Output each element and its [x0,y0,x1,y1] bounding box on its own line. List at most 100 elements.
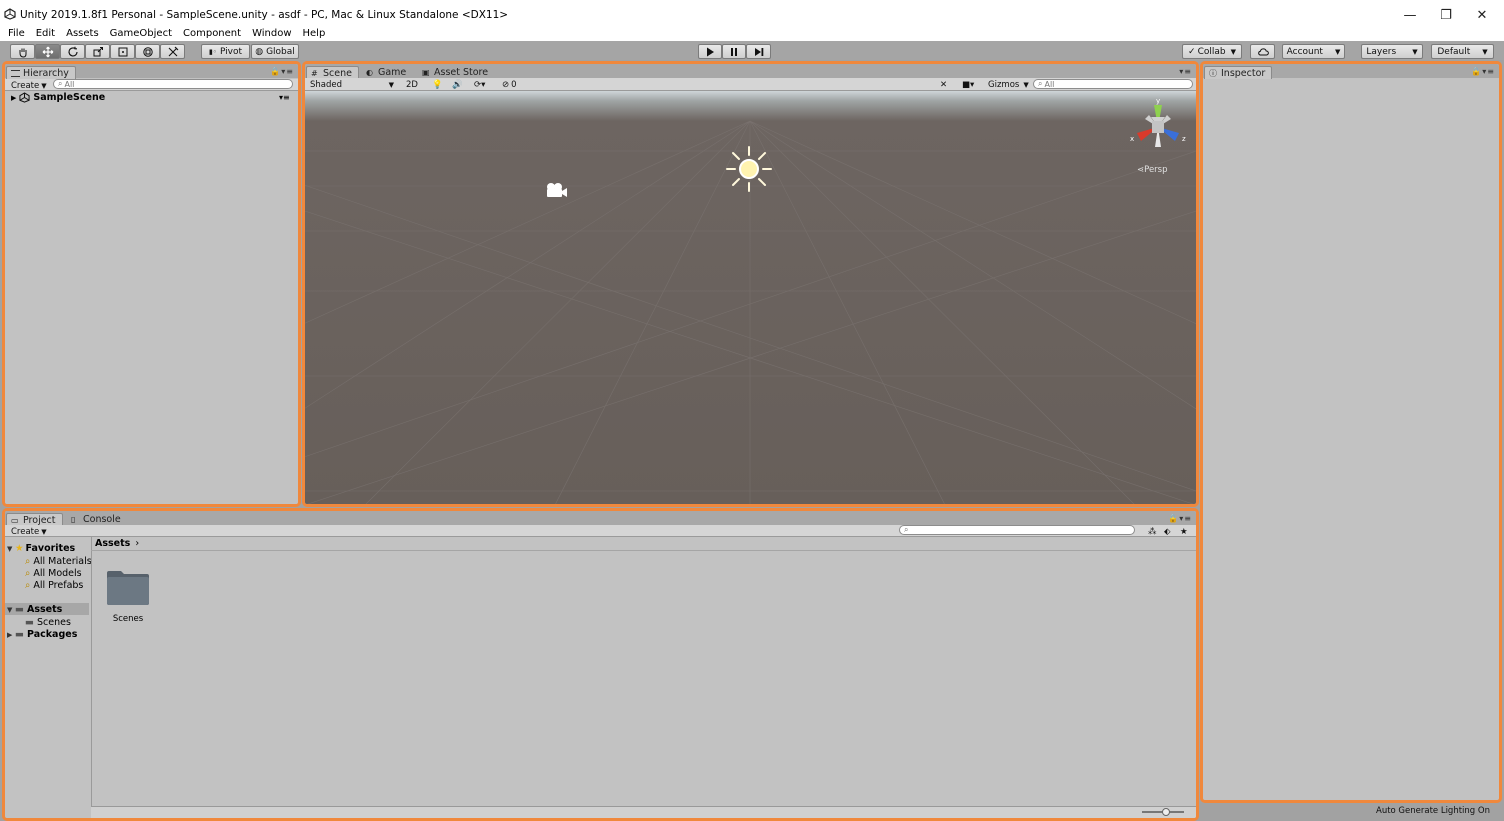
collab-check-icon: ✓ [1188,46,1196,57]
tree-favorite-item[interactable]: ⌕ All Prefabs [25,580,83,591]
pivot-toggle-button[interactable]: ▮◦ Pivot [201,44,250,59]
pivot-label: Pivot [219,46,243,57]
minimize-button[interactable]: — [1392,4,1428,26]
search-icon: ⌕ [25,556,31,567]
scale-tool-button[interactable] [85,44,110,59]
speaker-icon: 🔊 [452,79,463,90]
layout-dropdown[interactable]: Default ▼ [1431,44,1494,59]
tools-icon: ✕ [940,79,948,90]
custom-tool-button[interactable] [160,44,185,59]
panel-menu-icon[interactable]: ▾≡ [1179,67,1192,76]
hierarchy-search-input[interactable]: ⌕ All [53,79,293,89]
collab-dropdown[interactable]: ✓ Collab ▼ [1182,44,1242,59]
tree-favorite-item[interactable]: ⌕ All Materials [25,556,92,567]
tree-scenes-folder[interactable]: ▬ Scenes [25,617,71,628]
folder-icon: ▬ [15,604,24,615]
step-icon [754,47,763,56]
scene-panel: # Scene ◐ Game ▣ Asset Store ▾≡ Shaded ▼… [302,61,1199,507]
cloud-button[interactable] [1250,44,1275,59]
favorite-item-label: All Materials [33,556,92,567]
hierarchy-create-button[interactable]: Create ▼ [8,80,50,91]
account-dropdown[interactable]: Account ▼ [1282,44,1345,59]
restore-button[interactable]: ❐ [1428,4,1464,26]
close-button[interactable]: ✕ [1464,4,1500,26]
filter-by-label-button[interactable]: ⬖ [1161,526,1174,537]
menu-window[interactable]: Window [252,28,291,39]
breadcrumb-assets[interactable]: Assets [95,538,130,549]
panel-lock-menu-icon[interactable]: 🔒▾≡ [1471,67,1495,76]
scene-search-input[interactable]: ⌕ All [1033,79,1193,89]
pause-button[interactable] [722,44,746,59]
gizmos-dropdown[interactable]: Gizmos ▼ [985,79,1032,90]
2d-toggle-button[interactable]: 2D [403,79,421,90]
favorites-label: Favorites [25,543,76,554]
lighting-toggle-button[interactable]: 💡 [429,79,446,90]
camera-gizmo-icon[interactable] [544,182,568,199]
scene-menu-icon[interactable]: ▾≡ [279,93,290,102]
tools-icon [168,46,178,56]
scene-toolbar: Shaded ▼ 2D 💡 🔊 ⟳▾ ⊘ 0 ✕ ■▾ Gizmos ▼ ⌕ A… [305,78,1196,91]
star-icon: ★ [1180,526,1188,537]
tab-hierarchy[interactable]: Hierarchy [6,66,76,79]
game-controller-icon: ◐ [366,68,373,77]
hierarchy-scene-row[interactable]: ▶ SampleScene ▾≡ [11,92,290,103]
tab-inspector[interactable]: ⓘ Inspector [1204,66,1273,79]
icon-size-slider-thumb[interactable] [1162,808,1170,816]
menu-help[interactable]: Help [303,28,326,39]
transform-tool-button[interactable] [135,44,160,59]
favorite-button[interactable]: ★ [1177,526,1191,537]
global-toggle-button[interactable]: ◍ Global [251,44,299,59]
folder-icon: ▭ [11,515,19,525]
panel-lock-menu-icon[interactable]: 🔒▾≡ [1168,514,1192,523]
menu-edit[interactable]: Edit [36,28,55,39]
expand-arrow-icon[interactable]: ▶ [11,94,16,102]
unity-logo-icon [4,8,16,20]
global-label: Global [266,46,295,57]
projection-label[interactable]: ⋖Persp [1137,165,1168,175]
project-create-button[interactable]: Create ▼ [8,526,50,537]
chevron-down-icon: ▼ [41,527,47,536]
directional-light-icon[interactable] [725,145,773,193]
hand-tool-button[interactable] [10,44,35,59]
info-icon: ⓘ [1209,68,1217,78]
inspector-panel: ⓘ Inspector 🔒▾≡ [1200,61,1502,803]
expand-arrow-icon[interactable]: ▼ [7,606,15,614]
project-create-label: Create [11,526,40,537]
camera-dropdown[interactable]: ■▾ [959,79,977,90]
tree-favorites[interactable]: ▼ ★ Favorites [7,543,75,554]
menu-component[interactable]: Component [183,28,241,39]
camera-icon: ■▾ [962,79,975,90]
move-tool-button[interactable] [35,44,60,59]
chevron-down-icon: ▼ [1023,80,1029,89]
search-icon: ⌕ [58,79,63,88]
step-button[interactable] [746,44,771,59]
scene-viewport[interactable]: y x z ⋖Persp [305,91,1196,504]
tree-packages[interactable]: ▶ ▬ Packages [7,629,77,640]
scene-tools-button[interactable]: ✕ [937,79,950,90]
globe-icon: ◍ [255,46,264,57]
orientation-gizmo[interactable]: y x z [1127,97,1189,157]
asset-folder-item[interactable]: Scenes [105,569,155,624]
chevron-down-icon: ▼ [388,80,394,89]
project-search-input[interactable]: ⌕ [899,525,1135,535]
cloud-icon [1257,47,1269,55]
play-button[interactable] [698,44,722,59]
rect-tool-button[interactable] [110,44,135,59]
project-tabstrip: ▭ Project ▯ Console 🔒▾≡ [5,511,1196,526]
panel-lock-menu-icon[interactable]: 🔒▾≡ [270,67,294,76]
menu-assets[interactable]: Assets [66,28,99,39]
gizmo-z-label: z [1182,135,1186,143]
rotate-tool-button[interactable] [60,44,85,59]
menu-gameobject[interactable]: GameObject [110,28,172,39]
expand-arrow-icon[interactable]: ▶ [7,631,15,639]
shading-mode-dropdown[interactable]: Shaded ▼ [307,79,397,90]
tree-assets[interactable]: ▼ ▬ Assets [7,604,62,615]
filter-by-type-button[interactable]: ⁂ [1145,526,1160,537]
tree-favorite-item[interactable]: ⌕ All Models [25,568,82,579]
effects-dropdown[interactable]: ⟳▾ [471,79,488,90]
layers-dropdown[interactable]: Layers ▼ [1361,44,1423,59]
audio-toggle-button[interactable]: 🔊 [449,79,466,90]
menu-file[interactable]: File [8,28,25,39]
hidden-objects-toggle[interactable]: ⊘ 0 [499,79,520,90]
expand-arrow-icon[interactable]: ▼ [7,545,15,553]
